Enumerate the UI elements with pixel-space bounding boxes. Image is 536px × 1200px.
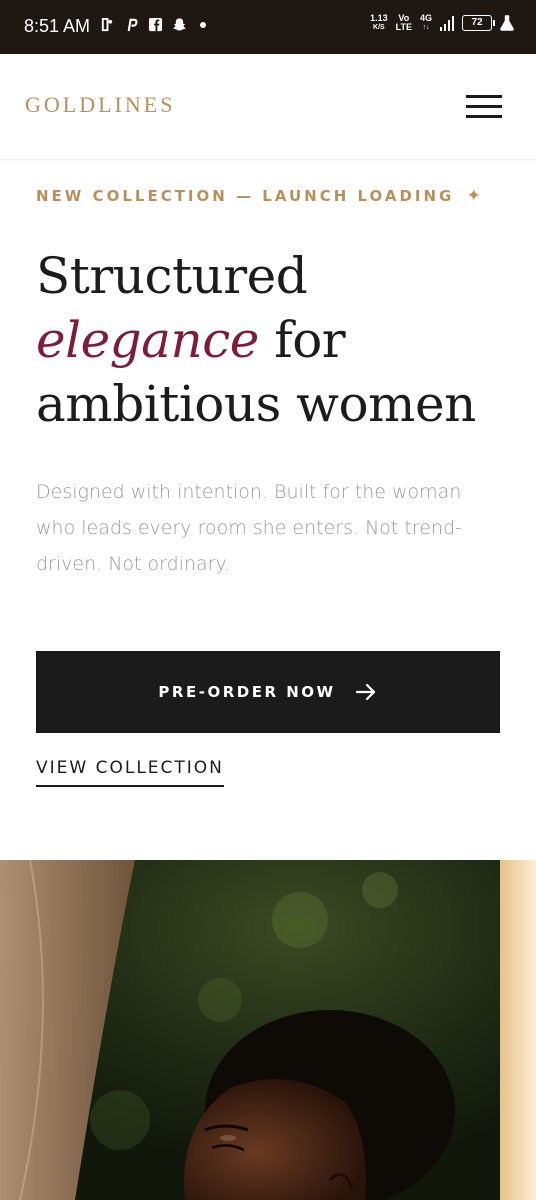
hero-headline: Structured elegance for ambitious women — [36, 247, 476, 433]
volte-indicator: Vo LTE — [395, 13, 412, 32]
battery-level: 72 — [471, 17, 483, 28]
pre-order-label: PRE-ORDER NOW — [158, 683, 336, 701]
view-collection-link[interactable]: VIEW COLLECTION — [36, 758, 224, 787]
eyebrow-label: NEW COLLECTION — LAUNCH LOADING ✦ — [36, 186, 484, 206]
snapchat-icon — [172, 18, 187, 31]
arrow-right-icon — [355, 683, 375, 701]
more-dot-icon — [200, 21, 206, 28]
bluesky-icon — [101, 17, 113, 32]
status-time: 8:51 AM — [24, 16, 91, 36]
sparkle-icon: ✦ — [466, 186, 484, 206]
hamburger-menu-icon[interactable] — [466, 94, 504, 120]
network-speed: 1.13 K/S — [370, 13, 388, 32]
site-header: GOLDLINES — [0, 54, 536, 160]
facebook-icon — [148, 17, 163, 32]
brand-logo[interactable]: GOLDLINES — [25, 92, 175, 118]
signal-icon — [440, 15, 454, 31]
network-type: 4G ↑↓ — [419, 13, 432, 32]
battery-icon: 72 — [462, 15, 495, 31]
hero-photo — [0, 860, 536, 1200]
notification-icons — [100, 17, 206, 32]
hero-description: Designed with intention. Built for the w… — [36, 481, 462, 575]
status-right: 1.13 K/S Vo LTE 4G ↑↓ 72 — [370, 14, 514, 32]
headline-accent: elegance — [36, 311, 259, 369]
pinterest-icon — [127, 18, 138, 32]
flask-icon — [500, 15, 514, 31]
pre-order-button[interactable]: PRE-ORDER NOW — [36, 651, 500, 733]
status-bar: 8:51 AM 1.13 K/S Vo LTE 4G ↑↓ 72 — [0, 0, 536, 54]
